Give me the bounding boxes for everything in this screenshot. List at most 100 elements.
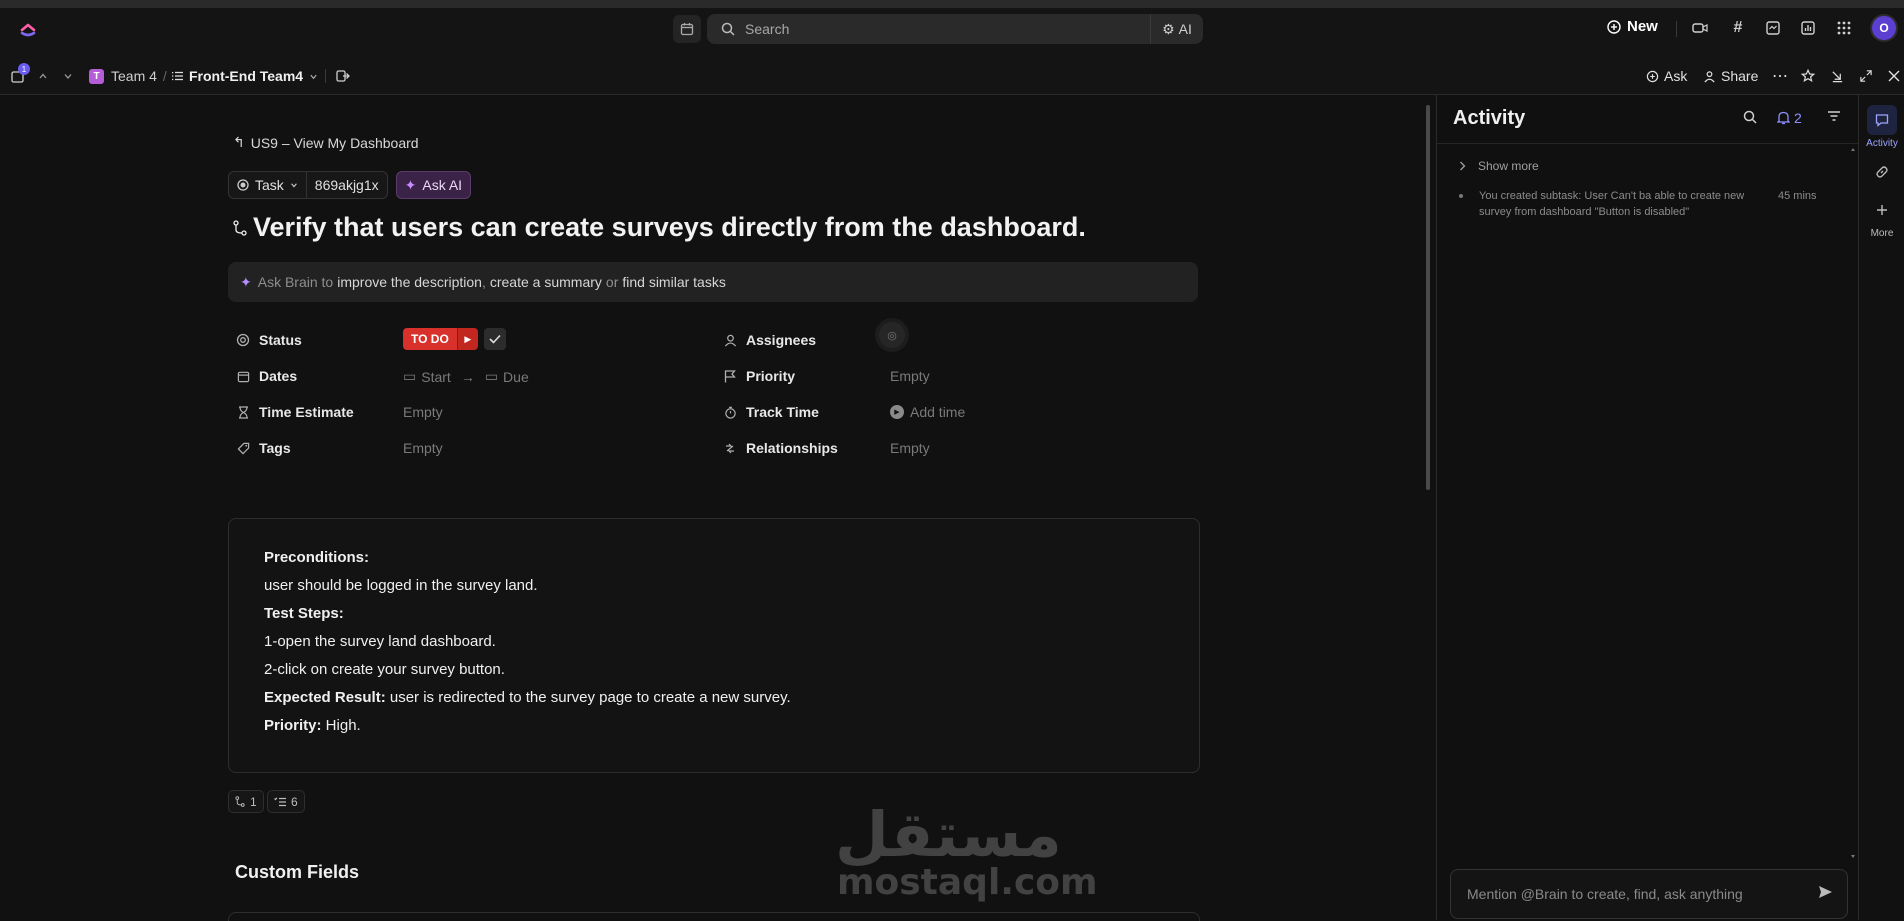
brain-icon: ✦ <box>240 273 252 290</box>
relationships-value[interactable]: Empty <box>890 440 930 456</box>
task-type-label: Task <box>255 177 284 193</box>
inbox-icon[interactable]: 1 <box>11 58 30 94</box>
parent-task-link[interactable]: ↰ US9 – View My Dashboard <box>233 134 419 151</box>
subtasks-count-chip[interactable]: 1 <box>228 790 264 813</box>
task-description[interactable]: Preconditions: user should be logged in … <box>228 518 1200 773</box>
activity-entry-time: 45 mins <box>1778 190 1817 202</box>
status-icon <box>236 333 250 347</box>
show-more-button[interactable]: Show more <box>1459 159 1539 173</box>
move-task-icon[interactable] <box>336 58 350 94</box>
preconditions-text: user should be logged in the survey land… <box>264 577 538 594</box>
time-estimate-value[interactable]: Empty <box>403 404 443 420</box>
chevron-up-icon[interactable] <box>38 58 48 94</box>
parent-arrow-icon: ↰ <box>233 134 245 150</box>
more-options-icon[interactable]: ⋯ <box>1772 58 1788 94</box>
subtask-icon <box>233 219 247 236</box>
main-scrollbar[interactable] <box>1426 105 1430 490</box>
tags-value[interactable]: Empty <box>403 440 443 456</box>
checklist-count: 6 <box>291 794 298 809</box>
start-date[interactable]: ▭ Start <box>403 368 451 385</box>
improve-description-link[interactable]: improve the description <box>337 274 482 290</box>
expected-result: Expected Result: user is redirected to t… <box>264 689 791 706</box>
calendar-icon[interactable] <box>673 15 701 43</box>
breadcrumb-separator: / <box>162 68 167 84</box>
activity-panel: Activity 2 Show more You created subtask… <box>1436 95 1858 920</box>
share-button[interactable]: Share <box>1703 58 1758 94</box>
expected-text: user is redirected to the survey page to… <box>385 689 791 706</box>
right-rail: Activity More <box>1858 95 1904 920</box>
activity-notifications-button[interactable]: 2 <box>1777 110 1802 126</box>
activity-header-divider <box>1437 143 1858 144</box>
team-badge: T <box>89 68 104 84</box>
rail-activity-tab[interactable]: Activity <box>1859 105 1904 149</box>
person-icon <box>723 334 737 347</box>
add-time-label: Add time <box>910 404 966 420</box>
ask-brain-bar: ✦ Ask Brain to improve the description ,… <box>228 262 1198 302</box>
activity-scrollbar[interactable] <box>1848 143 1858 863</box>
activity-notification-count: 2 <box>1794 110 1802 126</box>
toolbar-divider <box>1676 21 1677 37</box>
status-pill[interactable]: TO DO ▶ <box>403 328 478 350</box>
task-title[interactable]: Verify that users can create surveys dir… <box>233 212 1086 243</box>
chevron-right-icon <box>1459 161 1466 171</box>
add-time-button[interactable]: ▶ Add time <box>890 404 965 420</box>
comment-placeholder: Mention @Brain to create, find, ask anyt… <box>1467 886 1743 902</box>
search-input[interactable]: Search ⚙ AI <box>707 14 1203 44</box>
play-icon: ▶ <box>890 405 904 419</box>
rail-links-tab[interactable] <box>1859 157 1904 187</box>
create-summary-link[interactable]: create a summary <box>490 274 602 290</box>
assignees-label: Assignees <box>746 332 817 348</box>
dates-label: Dates <box>259 368 298 384</box>
rail-activity-label: Activity <box>1866 138 1898 149</box>
minimize-icon[interactable] <box>1831 58 1844 94</box>
status-value: TO DO ▶ <box>403 328 506 350</box>
tags-field-label: Tags <box>236 440 291 456</box>
team-name: Team 4 <box>111 68 157 84</box>
new-button[interactable]: New <box>1607 18 1658 35</box>
test-step-1: 1-open the survey land dashboard. <box>264 633 496 650</box>
chevron-down-icon[interactable] <box>63 58 73 94</box>
activity-search-icon[interactable] <box>1743 110 1757 124</box>
user-avatar[interactable]: O <box>1872 16 1896 40</box>
tag-icon <box>236 442 250 455</box>
filter-icon[interactable] <box>1827 110 1841 122</box>
breadcrumb-list[interactable]: Front-End Team4 <box>172 58 318 94</box>
complete-check-icon[interactable] <box>483 328 506 350</box>
priority-value[interactable]: Empty <box>890 368 930 384</box>
task-type-icon <box>237 179 249 191</box>
apps-grid-icon[interactable] <box>1833 17 1855 39</box>
bell-icon <box>1777 111 1790 125</box>
breadcrumb-team[interactable]: T Team 4 / <box>89 58 167 94</box>
dashboard-icon[interactable] <box>1797 17 1819 39</box>
status-next-icon[interactable]: ▶ <box>456 328 478 350</box>
chat-bubble-icon <box>1867 105 1897 135</box>
activity-bullet <box>1459 194 1463 198</box>
ask-ai-button[interactable]: ✦ Ask AI <box>395 171 472 199</box>
relationships-icon <box>723 442 737 455</box>
due-date[interactable]: ▭ Due <box>485 368 529 385</box>
expand-icon[interactable] <box>1860 58 1872 94</box>
ai-label: AI <box>1178 21 1192 37</box>
status-field-label: Status <box>236 332 302 348</box>
expected-label: Expected Result: <box>264 689 386 706</box>
list-chevron-icon <box>309 72 318 81</box>
start-label: Start <box>421 368 451 385</box>
find-similar-link[interactable]: find similar tasks <box>622 274 725 290</box>
docs-icon[interactable] <box>1762 17 1784 39</box>
ai-button[interactable]: ⚙ AI <box>1150 14 1203 44</box>
calendar-icon <box>236 370 250 383</box>
checklist-count-chip[interactable]: 6 <box>267 790 305 813</box>
comment-input[interactable]: Mention @Brain to create, find, ask anyt… <box>1450 869 1848 919</box>
send-icon[interactable] <box>1818 885 1833 899</box>
clickup-logo-icon[interactable] <box>18 18 38 38</box>
video-icon[interactable] <box>1689 17 1711 39</box>
task-id[interactable]: 869akjg1x <box>305 172 387 198</box>
assignee-avatar[interactable]: ◎ <box>879 322 905 348</box>
task-type-selector[interactable]: Task <box>229 172 306 198</box>
parent-task-label: US9 – View My Dashboard <box>250 134 419 151</box>
close-icon[interactable] <box>1888 58 1900 94</box>
hashtag-icon[interactable]: # <box>1727 17 1749 39</box>
favorite-star-icon[interactable] <box>1801 58 1815 94</box>
rail-more-tab[interactable]: More <box>1859 195 1904 239</box>
ask-button[interactable]: Ask <box>1646 58 1687 94</box>
